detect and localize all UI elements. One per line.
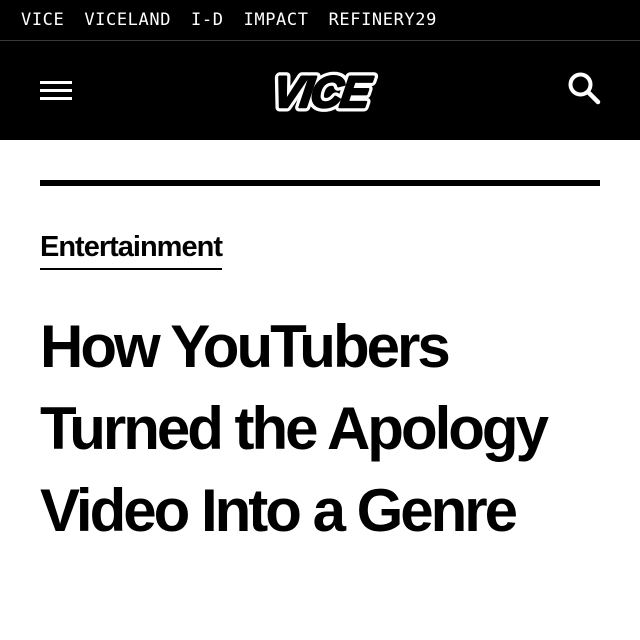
- network-link-i-d[interactable]: I-D: [191, 10, 224, 30]
- section-link-entertainment[interactable]: Entertainment: [40, 230, 223, 270]
- hamburger-icon-bar-top: [40, 81, 72, 84]
- network-link-refinery29[interactable]: REFINERY29: [329, 10, 437, 30]
- vice-logo-icon: VICE VICE: [266, 66, 380, 118]
- network-link-vice[interactable]: VICE: [21, 10, 64, 30]
- logo-text: VICE: [270, 68, 375, 117]
- top-divider: [40, 180, 600, 186]
- article-header: Entertainment How YouTubers Turned the A…: [40, 140, 600, 640]
- network-link-impact[interactable]: IMPACT: [244, 10, 309, 30]
- search-icon: [568, 72, 601, 105]
- hamburger-icon-bar-bottom: [40, 97, 72, 100]
- network-nav-bar: VICE VICELAND I-D IMPACT REFINERY29: [0, 0, 640, 41]
- article-headline: How YouTubers Turned the Apology Video I…: [40, 313, 549, 544]
- vice-logo[interactable]: VICE VICE: [244, 66, 398, 118]
- menu-button[interactable]: [38, 77, 74, 103]
- network-link-viceland[interactable]: VICELAND: [84, 10, 171, 30]
- site-header: VICE VICE: [0, 41, 640, 140]
- hamburger-icon-bar-middle: [40, 89, 72, 92]
- search-button[interactable]: [566, 70, 602, 106]
